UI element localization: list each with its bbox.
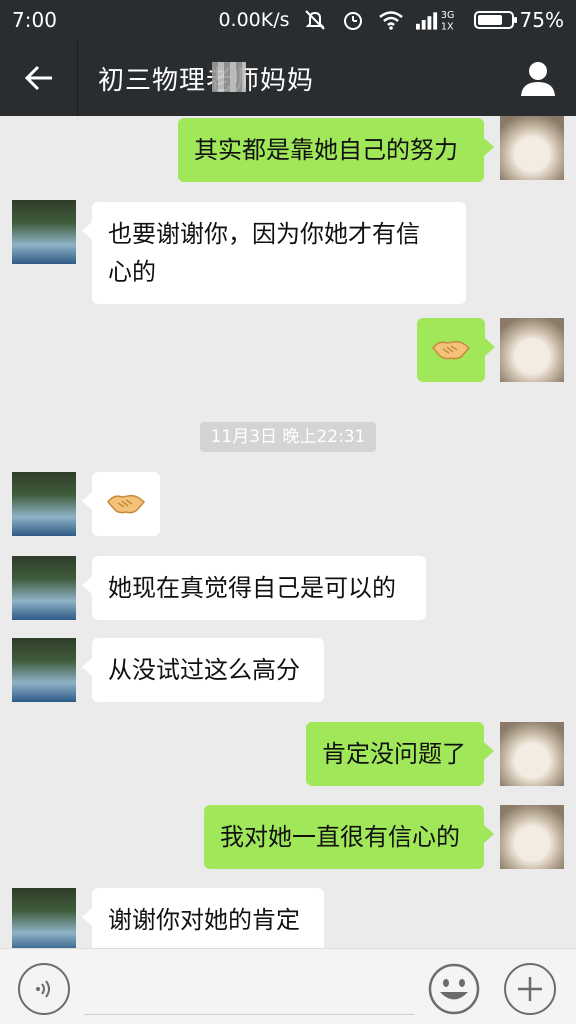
battery-percent: 75%	[519, 8, 564, 32]
handshake-icon	[107, 494, 146, 514]
signal-icon: 3G 1X	[415, 10, 454, 32]
avatar[interactable]	[12, 200, 76, 264]
avatar[interactable]	[500, 805, 564, 869]
emoji-icon	[428, 963, 480, 1015]
avatar[interactable]	[500, 722, 564, 786]
avatar[interactable]	[500, 318, 564, 382]
battery: 75%	[473, 8, 564, 32]
svg-text:1X: 1X	[440, 22, 453, 32]
back-button[interactable]	[0, 40, 78, 116]
avatar[interactable]	[12, 472, 76, 536]
chat-header: 初三物理老师妈妈	[0, 40, 576, 116]
message-bubble-incoming[interactable]: 从没试过这么高分	[82, 638, 324, 702]
more-button[interactable]	[504, 963, 556, 1015]
message-bubble-outgoing[interactable]: 其实都是靠她自己的努力	[178, 118, 494, 182]
profile-button[interactable]	[518, 58, 558, 98]
person-icon	[521, 62, 555, 96]
status-bar: 7:00 0.00K/s 3G 1X 75%	[0, 0, 576, 40]
message-input[interactable]	[84, 975, 414, 1015]
avatar[interactable]	[500, 116, 564, 180]
message-list[interactable]: 其实都是靠她自己的努力 也要谢谢你，因为你她才有信 心的 11月3日 晚上22:…	[0, 116, 576, 948]
avatar[interactable]	[12, 556, 76, 620]
status-time: 7:00	[12, 8, 57, 32]
message-bubble-incoming[interactable]	[82, 472, 160, 536]
title-redaction	[212, 61, 246, 92]
status-right: 0.00K/s 3G 1X 75%	[218, 8, 564, 32]
avatar[interactable]	[12, 888, 76, 948]
message-timestamp: 11月3日 晚上22:31	[200, 422, 376, 452]
message-bubble-outgoing[interactable]	[417, 318, 495, 382]
chat-title: 初三物理老师妈妈	[98, 60, 314, 97]
voice-button[interactable]	[18, 963, 70, 1015]
message-bubble-incoming[interactable]: 她现在真觉得自己是可以的	[82, 556, 426, 620]
plus-icon	[518, 977, 542, 1001]
network-speed: 0.00K/s	[218, 9, 290, 31]
handshake-icon	[432, 340, 471, 360]
message-bubble-outgoing[interactable]: 肯定没问题了	[306, 722, 494, 786]
avatar[interactable]	[12, 638, 76, 702]
message-bubble-outgoing[interactable]: 我对她一直很有信心的	[204, 805, 494, 869]
back-arrow-icon	[24, 65, 52, 91]
svg-text:3G: 3G	[440, 10, 454, 21]
emoji-button[interactable]	[428, 963, 480, 1015]
alarm-icon	[343, 12, 362, 30]
mute-icon	[304, 10, 325, 30]
wifi-icon	[378, 11, 403, 30]
input-bar	[0, 948, 576, 1024]
message-bubble-incoming[interactable]: 也要谢谢你，因为你她才有信 心的	[82, 202, 466, 304]
message-bubble-incoming[interactable]: 谢谢你对她的肯定	[82, 888, 324, 948]
voice-icon	[36, 980, 50, 998]
battery-icon	[473, 11, 517, 29]
